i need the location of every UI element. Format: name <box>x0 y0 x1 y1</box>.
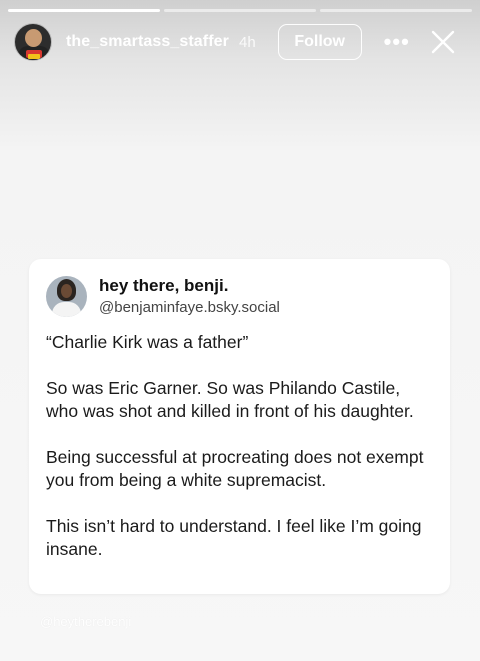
post-paragraph: Being successful at procreating does not… <box>46 447 424 490</box>
post-paragraph: This isn’t hard to understand. I feel li… <box>46 516 422 559</box>
follow-button[interactable]: Follow <box>277 24 362 60</box>
progress-segment <box>320 9 472 12</box>
post-body: “Charlie Kirk was a father” So was Eric … <box>46 331 433 561</box>
post-time: 4h <box>238 33 256 51</box>
progress-segment <box>164 9 316 12</box>
username[interactable]: the_smartass_staffer <box>66 33 229 51</box>
post-handle: @benjaminfaye.bsky.social <box>99 299 280 316</box>
post-author-avatar <box>46 276 87 317</box>
post-paragraph: “Charlie Kirk was a father” <box>46 332 249 352</box>
story-header: the_smartass_staffer 4h Follow ••• <box>14 22 466 62</box>
shared-post-card[interactable]: hey there, benji. @benjaminfaye.bsky.soc… <box>29 259 450 594</box>
more-horizontal-icon[interactable]: ••• <box>384 31 410 53</box>
close-icon[interactable] <box>430 29 456 55</box>
profile-avatar[interactable] <box>14 23 52 61</box>
post-display-name: hey there, benji. <box>99 276 229 295</box>
progress-segment <box>8 9 160 12</box>
post-paragraph: So was Eric Garner. So was Philando Cast… <box>46 378 414 421</box>
watermark: @heytherebenji <box>40 614 132 629</box>
story-progress-bar <box>8 9 472 12</box>
post-author: hey there, benji. @benjaminfaye.bsky.soc… <box>46 276 433 317</box>
